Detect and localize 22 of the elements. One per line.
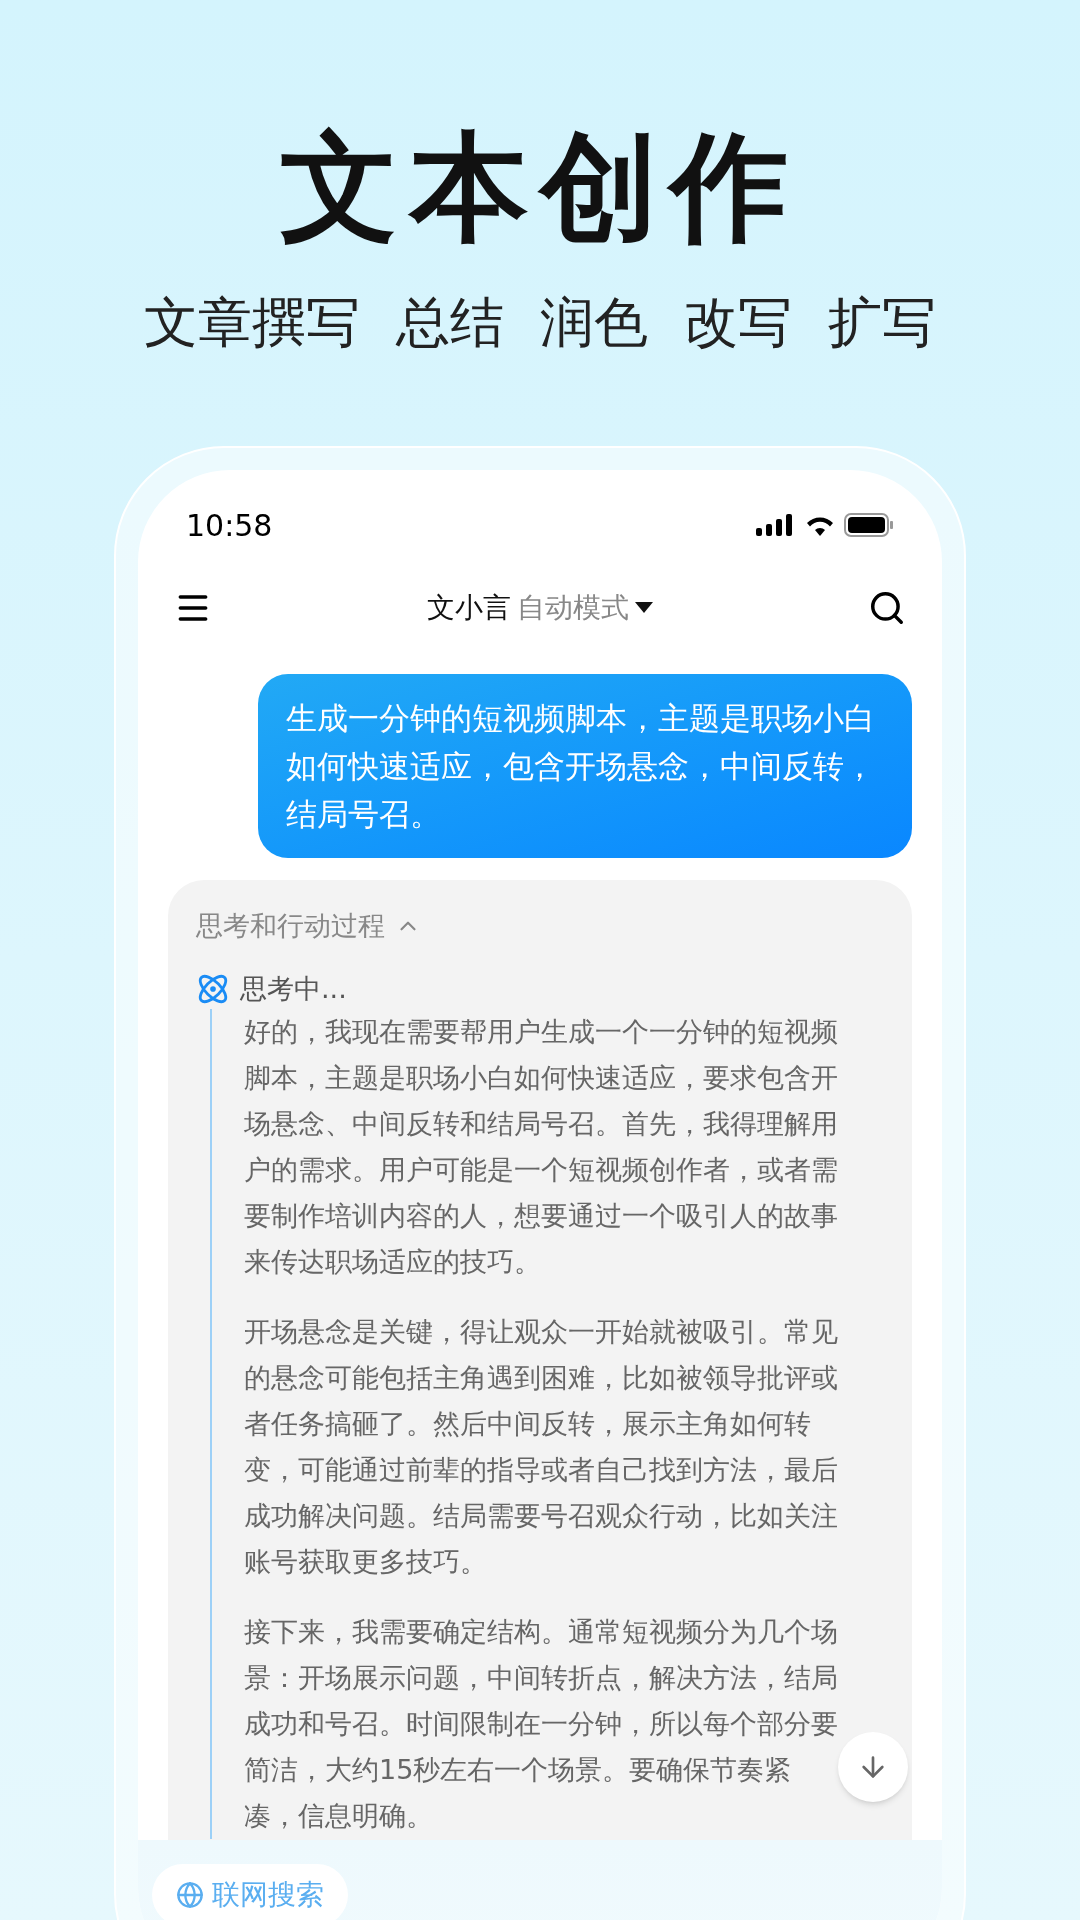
wifi-icon xyxy=(804,514,836,536)
web-search-chip[interactable]: 联网搜索 xyxy=(152,1864,348,1920)
user-message-bubble: 生成一分钟的短视频脚本，主题是职场小白如何快速适应，包含开场悬念，中间反转，结局号召。 xyxy=(258,674,912,858)
globe-icon xyxy=(176,1881,204,1909)
status-time: 10:58 xyxy=(186,506,273,545)
battery-icon xyxy=(844,513,894,537)
thinking-paragraph: 开场悬念是关键，得让观众一开始就被吸引。常见的悬念可能包括主角遇到困难，比如被领导批评或者任务搞砸了。然后中间反转，展示主角如何转变，可能通过前辈的指导或者自己找到方法，最后成功解决问题。结局需要号召观众行动，比如关注账号获取更多技巧。 xyxy=(244,1315,839,1579)
feature-label: 改写 xyxy=(684,296,792,350)
feature-label: 润色 xyxy=(540,296,648,350)
thinking-status: 思考中... xyxy=(240,971,347,1006)
mode-label: 自动模式 xyxy=(517,590,629,626)
headline: 文本创作 xyxy=(280,128,800,246)
search-icon[interactable] xyxy=(868,589,906,627)
app-title: 文小言 xyxy=(427,590,511,626)
dropdown-caret-icon xyxy=(635,602,653,614)
feature-label: 文章撰写 xyxy=(144,296,360,350)
feature-label: 扩写 xyxy=(828,296,936,350)
thinking-paragraph: 接下来，我需要确定结构。通常短视频分为几个场景：开场展示问题，中间转折点，解决方法，结局成功和号召。时间限制在一分钟，所以每个部分要简洁，大约15秒左右一个场景。要确保节奏紧凑，信息明确。 xyxy=(244,1615,839,1833)
model-mode-selector[interactable]: 文小言 自动模式 xyxy=(427,587,653,629)
feature-label: 总结 xyxy=(396,296,504,350)
thinking-paragraph: 好的，我现在需要帮用户生成一个一分钟的短视频脚本，主题是职场小白如何快速适应，要求包含开场悬念、中间反转和结局号召。首先，我得理解用户的需求。用户可能是一个短视频创作者，或者需要制作培训内容的人，想要通过一个吸引人的故事来传达职场适应的技巧。 xyxy=(244,1015,839,1279)
thinking-toggle[interactable]: 思考和行动过程 xyxy=(196,906,421,947)
